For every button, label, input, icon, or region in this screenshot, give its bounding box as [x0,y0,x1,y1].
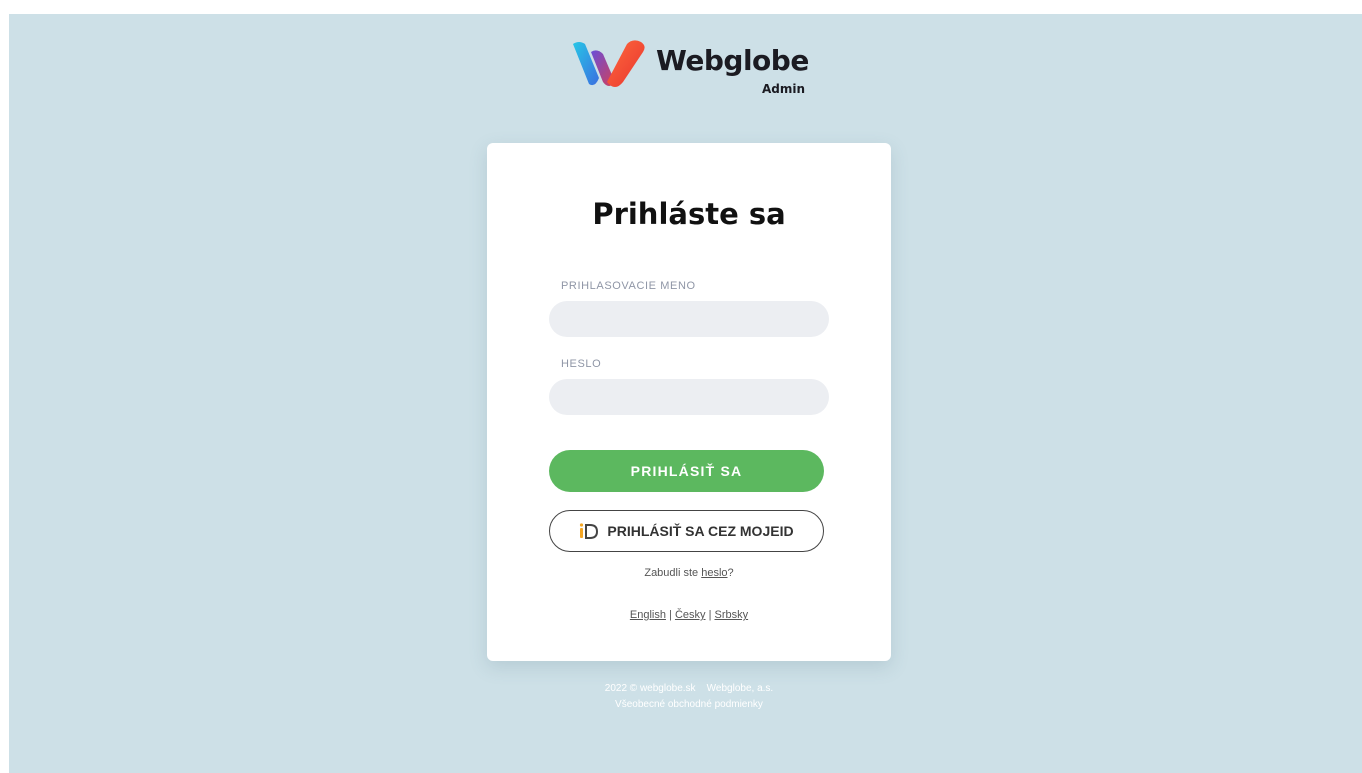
footer-terms-link[interactable]: Všeobecné obchodné podmienky [487,697,891,713]
mojeid-login-button[interactable]: PRIHLÁSIŤ SA CEZ MOJEID [549,510,824,552]
brand-name: Webglobe [656,44,809,77]
page-footer: 2022 © webglobe.sk Webglobe, a.s. Všeobe… [487,681,891,713]
lang-link-english[interactable]: English [630,609,666,621]
page-title: Prihláste sa [592,197,786,231]
mojeid-icon [580,523,599,539]
brand-logo[interactable]: Webglobe Admin [571,38,831,110]
password-label: HESLO [561,358,602,370]
footer-company: Webglobe, a.s. [706,683,774,694]
forgot-password: Zabudli ste heslo? [487,567,891,579]
webglobe-w-icon [573,40,645,87]
footer-copyright: 2022 © webglobe.sk [604,683,696,694]
password-input[interactable] [549,379,829,415]
mojeid-button-label: PRIHLÁSIŤ SA CEZ MOJEID [607,523,794,539]
username-input[interactable] [549,301,829,337]
forgot-password-link[interactable]: heslo [701,567,727,579]
forgot-suffix: ? [727,567,734,579]
page-background: Webglobe Admin Prihláste sa PRIHLASOVACI… [9,14,1362,773]
brand-subtitle: Admin [762,82,806,96]
login-card: Prihláste sa PRIHLASOVACIE MENO HESLO PR… [487,143,891,661]
login-button[interactable]: PRIHLÁSIŤ SA [549,450,824,492]
username-label: PRIHLASOVACIE MENO [561,280,696,292]
forgot-prefix: Zabudli ste [644,567,702,579]
lang-link-srbsky[interactable]: Srbsky [714,609,748,621]
language-switcher: English | Česky | Srbsky [487,609,891,621]
lang-link-cesky[interactable]: Česky [675,609,706,621]
